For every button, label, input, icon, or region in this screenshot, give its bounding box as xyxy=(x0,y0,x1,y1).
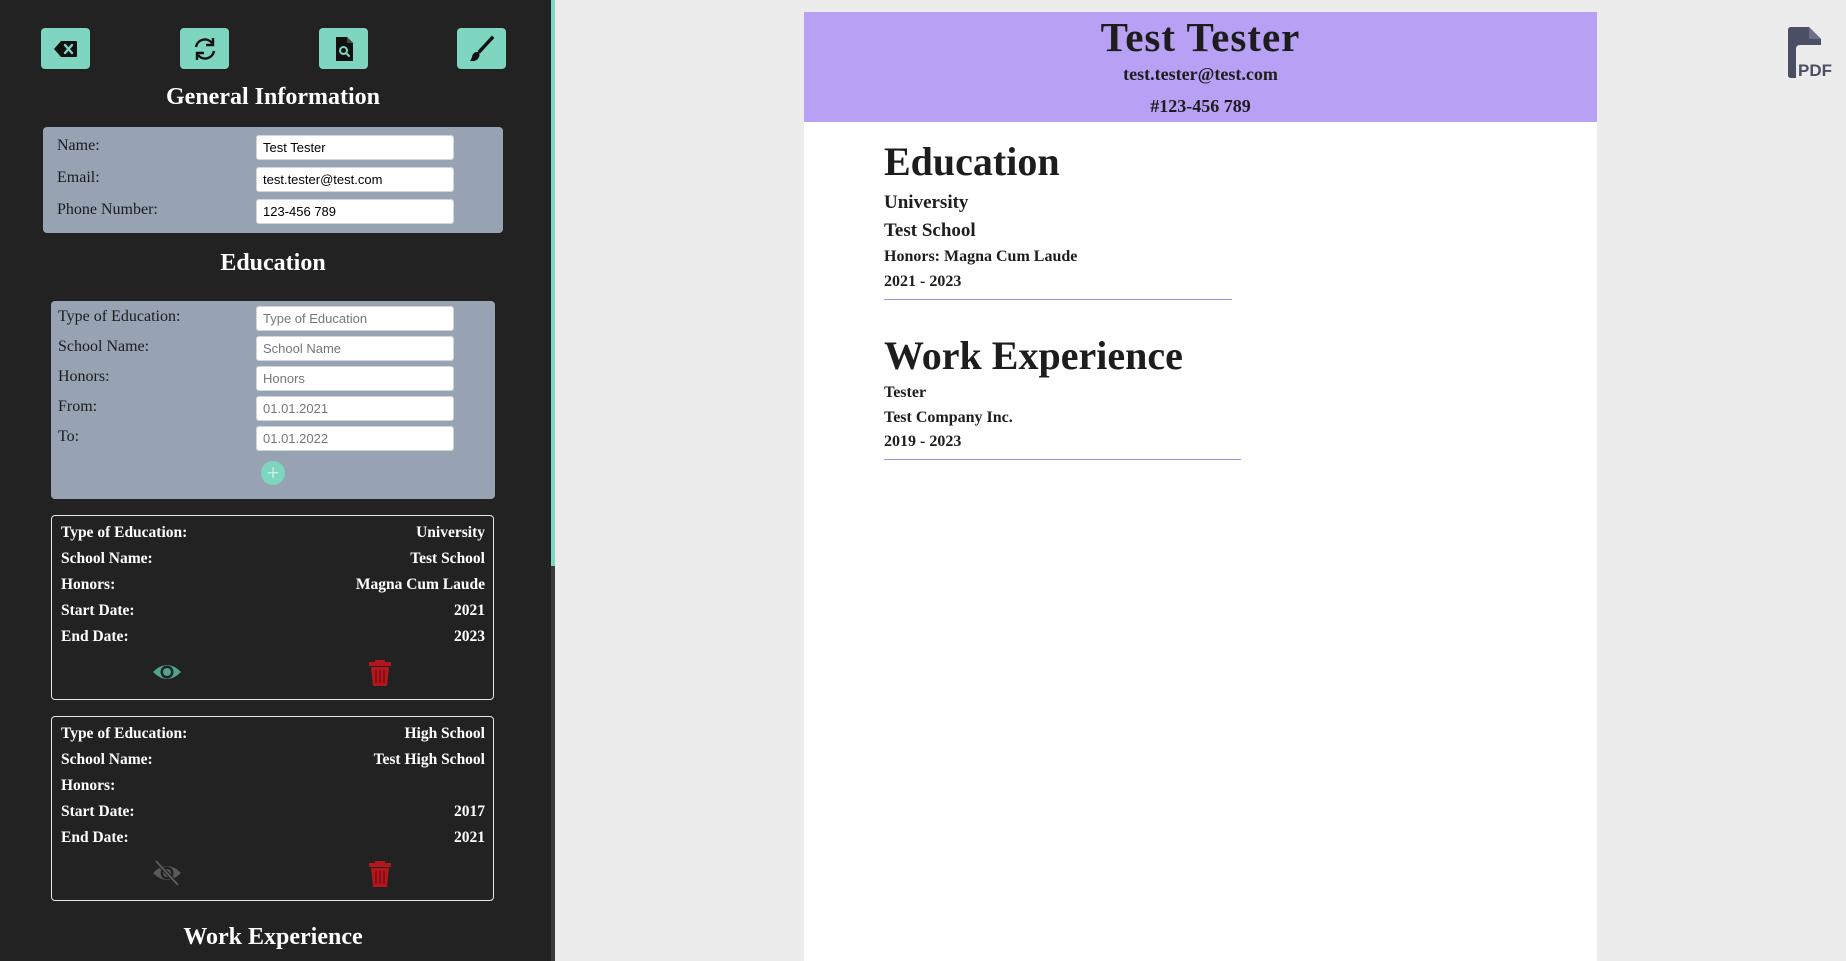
entry-end-label: End Date: xyxy=(61,829,129,846)
education-entry-card: Type of Education: University School Nam… xyxy=(51,515,494,700)
resume-preview: Test Tester test.tester@test.com #123-45… xyxy=(804,12,1597,961)
entry-end-label: End Date: xyxy=(61,628,129,645)
entry-type-row: Type of Education: High School xyxy=(61,725,485,747)
entry-start-row: Start Date: 2017 xyxy=(61,803,485,825)
resume-work-dates: 2019 - 2023 xyxy=(884,433,962,450)
entry-honors-row: Honors: Magna Cum Laude xyxy=(61,576,485,598)
trash-icon[interactable] xyxy=(365,657,395,687)
general-info-form: Name: Email: Phone Number: xyxy=(43,127,503,233)
entry-type-value: High School xyxy=(404,725,485,742)
entry-end-value: 2023 xyxy=(454,628,485,645)
education-form: Type of Education: School Name: Honors: … xyxy=(51,301,495,499)
clear-button[interactable] xyxy=(41,28,90,69)
name-field[interactable] xyxy=(256,135,454,160)
phone-field[interactable] xyxy=(256,199,454,224)
work-experience-heading: Work Experience xyxy=(183,924,363,950)
school-name-field[interactable] xyxy=(256,336,454,361)
resume-work-heading: Work Experience xyxy=(884,333,1183,378)
export-pdf-button[interactable]: PDF xyxy=(1784,26,1836,82)
entry-start-value: 2021 xyxy=(454,602,485,619)
resume-name: Test Tester xyxy=(1100,14,1301,60)
entry-end-value: 2021 xyxy=(454,829,485,846)
education-divider xyxy=(884,299,1232,300)
from-date-field[interactable] xyxy=(256,396,454,421)
entry-school-label: School Name: xyxy=(61,550,153,567)
phone-label: Phone Number: xyxy=(57,201,158,218)
resume-education-heading: Education xyxy=(884,139,1060,184)
honors-field[interactable] xyxy=(256,366,454,391)
resume-work-company: Test Company Inc. xyxy=(884,409,1013,426)
reset-button[interactable] xyxy=(180,28,229,69)
file-search-icon xyxy=(335,36,353,61)
entry-honors-value: Magna Cum Laude xyxy=(355,576,485,593)
entry-honors-label: Honors: xyxy=(61,777,116,794)
to-label: To: xyxy=(58,428,80,445)
entry-end-row: End Date: 2023 xyxy=(61,628,485,650)
resume-education-school: Test School xyxy=(884,220,976,241)
education-type-field[interactable] xyxy=(256,306,454,331)
education-type-label: Type of Education: xyxy=(58,308,181,325)
entry-type-label: Type of Education: xyxy=(61,524,188,541)
to-date-field[interactable] xyxy=(256,426,454,451)
entry-start-value: 2017 xyxy=(454,803,485,820)
honors-label: Honors: xyxy=(58,368,110,385)
entry-start-label: Start Date: xyxy=(61,602,135,619)
entry-start-label: Start Date: xyxy=(61,803,135,820)
general-info-heading: General Information xyxy=(166,84,380,110)
sidebar-scrollbar-thumb[interactable] xyxy=(551,0,555,566)
preview-button[interactable] xyxy=(319,28,368,69)
pdf-file-icon: PDF xyxy=(1788,27,1832,80)
eye-icon[interactable] xyxy=(152,657,182,687)
entry-end-row: End Date: 2021 xyxy=(61,829,485,851)
education-heading: Education xyxy=(220,250,326,276)
editor-sidebar: General Information Name: Email: Phone N… xyxy=(0,0,551,961)
trash-icon[interactable] xyxy=(365,858,395,888)
resume-header: Test Tester test.tester@test.com #123-45… xyxy=(804,12,1597,122)
theme-button[interactable] xyxy=(457,28,506,69)
resume-education-dates: 2021 - 2023 xyxy=(884,273,962,290)
resume-education-type: University xyxy=(884,192,969,213)
resume-work-position: Tester xyxy=(884,384,927,401)
from-label: From: xyxy=(58,398,98,415)
entry-school-row: School Name: Test High School xyxy=(61,751,485,773)
backspace-icon xyxy=(53,40,77,57)
email-field[interactable] xyxy=(256,167,454,192)
school-name-label: School Name: xyxy=(58,338,150,355)
entry-type-label: Type of Education: xyxy=(61,725,188,742)
resume-education-honors: Honors: Magna Cum Laude xyxy=(884,248,1078,265)
work-divider xyxy=(884,459,1241,460)
entry-school-value: Test High School xyxy=(373,751,485,768)
education-entry-card: Type of Education: High School School Na… xyxy=(51,716,494,901)
entry-school-label: School Name: xyxy=(61,751,153,768)
name-label: Name: xyxy=(57,137,100,154)
resume-email: test.tester@test.com xyxy=(1123,64,1278,84)
entry-type-row: Type of Education: University xyxy=(61,524,485,546)
entry-school-row: School Name: Test School xyxy=(61,550,485,572)
entry-start-row: Start Date: 2021 xyxy=(61,602,485,624)
entry-honors-row: Honors: xyxy=(61,777,485,799)
eye-slash-icon[interactable] xyxy=(152,858,182,888)
pdf-label: PDF xyxy=(1798,61,1832,80)
entry-type-value: University xyxy=(416,524,485,541)
entry-school-value: Test School xyxy=(410,550,485,567)
email-label: Email: xyxy=(57,169,100,186)
resume-phone: #123-456 789 xyxy=(1150,96,1251,116)
refresh-icon xyxy=(194,37,215,60)
brush-icon xyxy=(469,35,494,61)
add-education-button[interactable]: + xyxy=(261,461,285,485)
entry-honors-label: Honors: xyxy=(61,576,116,593)
